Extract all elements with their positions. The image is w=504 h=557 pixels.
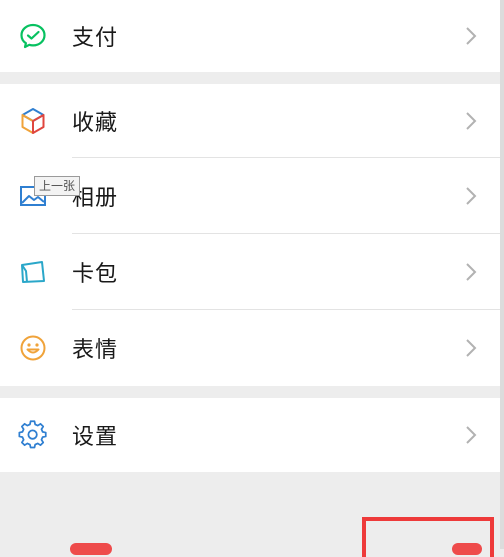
right-edge (500, 0, 504, 549)
menu-item-settings[interactable]: 设置 (0, 398, 500, 472)
smile-icon (18, 333, 48, 363)
settings-group: 设置 (0, 398, 500, 472)
previous-tooltip: 上一张 (34, 176, 81, 196)
cube-icon (18, 106, 48, 136)
wechat-pay-icon (18, 21, 48, 51)
pay-group: 支付 (0, 0, 500, 72)
me-tab-screen: 支付 收藏 相册 卡包 表情 设置 (0, 0, 500, 557)
chevron-right-icon (464, 424, 478, 446)
badge-left (70, 543, 112, 555)
menu-item-cards[interactable]: 卡包 (0, 234, 500, 310)
menu-item-stickers-label: 表情 (72, 338, 119, 363)
menu-item-pay-label: 支付 (72, 26, 119, 51)
card-icon (18, 257, 48, 287)
gear-icon (18, 420, 48, 450)
highlight-frame (362, 517, 494, 557)
chevron-right-icon (464, 110, 478, 132)
chevron-right-icon (464, 25, 478, 47)
menu-item-pay[interactable]: 支付 (0, 0, 500, 72)
menu-item-cards-label: 卡包 (72, 262, 119, 287)
content-group: 收藏 相册 卡包 表情 (0, 84, 500, 386)
menu-item-album[interactable]: 相册 (0, 158, 500, 234)
chevron-right-icon (464, 261, 478, 283)
menu-item-favorites-label: 收藏 (72, 111, 119, 136)
menu-item-settings-label: 设置 (72, 425, 119, 450)
menu-item-favorites[interactable]: 收藏 (0, 84, 500, 158)
menu-item-stickers[interactable]: 表情 (0, 310, 500, 386)
chevron-right-icon (464, 185, 478, 207)
chevron-right-icon (464, 337, 478, 359)
